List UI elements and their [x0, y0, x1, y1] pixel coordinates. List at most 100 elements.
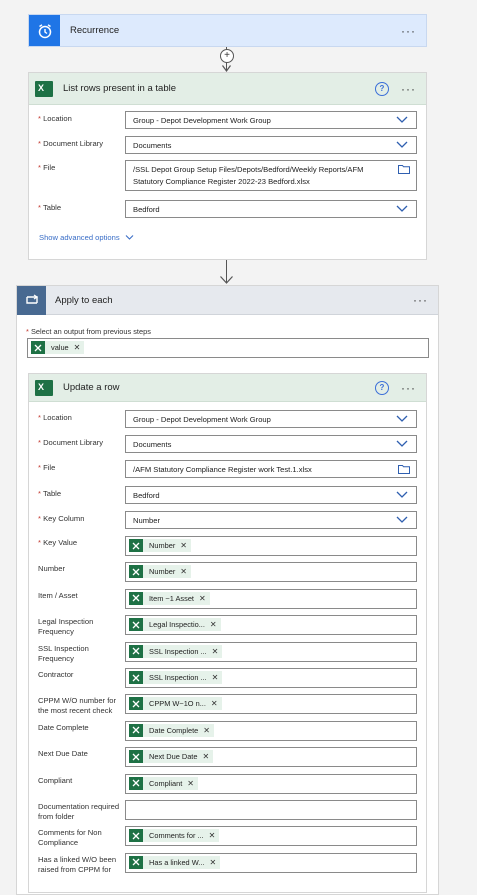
excel-icon: X: [35, 80, 53, 97]
table-value: Bedford: [133, 205, 160, 214]
apply-to-each-container: Apply to each ··· * Select an output fro…: [16, 285, 439, 895]
remove-token-icon[interactable]: ✕: [187, 779, 194, 788]
remove-token-icon[interactable]: ✕: [199, 594, 206, 603]
excel-icon: [129, 855, 143, 869]
number-label: Number: [38, 564, 66, 574]
next-due-date-label: Next Due Date: [38, 749, 88, 759]
comments-for-non-compliance-token[interactable]: Comments for ... ✕: [129, 829, 220, 843]
update-row-title: Update a row: [63, 382, 120, 393]
document-library-label: * Document Library: [38, 438, 104, 447]
remove-token-icon[interactable]: ✕: [212, 673, 219, 682]
excel-icon: [129, 671, 143, 684]
table-value: Bedford: [133, 491, 160, 500]
list-rows-card: X List rows present in a table ? ··· * L…: [28, 72, 427, 260]
more-options-icon[interactable]: ···: [413, 293, 428, 307]
token-label: CPPM W~1O n...: [149, 699, 206, 709]
token-label: Next Due Date: [149, 752, 198, 762]
item-asset-label: Item / Asset: [38, 590, 78, 600]
remove-token-icon[interactable]: ✕: [209, 831, 216, 840]
more-options-icon[interactable]: ···: [401, 82, 416, 96]
file-value: /SSL Depot Group Setup Files/Depots/Bedf…: [133, 165, 364, 186]
cppm-w-o-number-for-the-most-recent-check-label: CPPM W/O number for the most recent chec…: [38, 696, 117, 716]
date-complete-token[interactable]: Date Complete ✕: [129, 723, 214, 737]
token-label: Number: [149, 541, 176, 550]
recurrence-card[interactable]: Recurrence ···: [28, 14, 427, 47]
excel-icon: [129, 644, 143, 658]
location-dropdown[interactable]: Group - Depot Development Work Group: [125, 111, 417, 129]
help-icon[interactable]: ?: [375, 380, 389, 395]
excel-icon: [31, 341, 45, 354]
compliant-input[interactable]: Compliant ✕: [125, 773, 417, 794]
number-input[interactable]: Number ✕: [125, 562, 417, 583]
excel-icon: [129, 829, 143, 843]
token-label: SSL Inspection ...: [149, 673, 207, 682]
file-label: * File: [38, 163, 56, 172]
document-library-dropdown[interactable]: Documents: [125, 435, 417, 453]
remove-token-icon[interactable]: ✕: [212, 647, 219, 656]
more-options-icon[interactable]: ···: [401, 381, 416, 395]
has-a-linked-w-o-been-raised-from-cppm-for-input[interactable]: Has a linked W... ✕: [125, 852, 417, 873]
remove-token-icon[interactable]: ✕: [203, 726, 210, 735]
more-options-icon[interactable]: ···: [401, 24, 416, 38]
number-token[interactable]: Number ✕: [129, 565, 191, 579]
table-label: * Table: [38, 489, 62, 498]
add-step-button[interactable]: +: [220, 49, 234, 63]
key-value-input[interactable]: Number ✕: [125, 536, 417, 556]
item-asset-token[interactable]: Item ~1 Asset ✕: [129, 591, 210, 605]
select-output-input[interactable]: value ✕: [27, 338, 429, 358]
file-picker[interactable]: /SSL Depot Group Setup Files/Depots/Bedf…: [125, 160, 417, 191]
key-value-label: * Key Value: [38, 538, 78, 547]
documentation-required-from-folder-input[interactable]: [125, 800, 417, 820]
location-label: * Location: [38, 114, 72, 123]
update-row-header[interactable]: X Update a row ? ···: [29, 374, 426, 402]
token-label: Date Complete: [149, 725, 199, 735]
compliant-token[interactable]: Compliant ✕: [129, 776, 198, 790]
remove-token-icon[interactable]: ✕: [74, 343, 81, 352]
show-advanced-options-link[interactable]: Show advanced options: [39, 233, 134, 242]
has-a-linked-w-o-been-raised-from-cppm-for-token[interactable]: Has a linked W... ✕: [129, 855, 221, 869]
comments-for-non-compliance-label: Comments for Non Compliance: [38, 828, 102, 848]
excel-icon: [129, 697, 143, 711]
token-label: Item ~1 Asset: [149, 593, 194, 603]
location-dropdown[interactable]: Group - Depot Development Work Group: [125, 410, 417, 428]
next-due-date-input[interactable]: Next Due Date ✕: [125, 747, 417, 768]
list-rows-header[interactable]: X List rows present in a table ? ···: [29, 73, 426, 105]
table-dropdown[interactable]: Bedford: [125, 486, 417, 504]
ssl-inspection-frequency-input[interactable]: SSL Inspection ... ✕: [125, 641, 417, 662]
token-label: Number: [149, 567, 176, 577]
next-due-date-token[interactable]: Next Due Date ✕: [129, 750, 214, 764]
remove-token-icon[interactable]: ✕: [202, 752, 209, 761]
key-value-token[interactable]: Number ✕: [129, 539, 191, 552]
ssl-inspection-frequency-token[interactable]: SSL Inspection ... ✕: [129, 644, 223, 658]
chevron-down-icon: [396, 516, 408, 523]
key-column-label: * Key Column: [38, 514, 85, 523]
document-library-dropdown[interactable]: Documents: [125, 136, 417, 154]
cppm-w-o-number-for-the-most-recent-check-token[interactable]: CPPM W~1O n... ✕: [129, 697, 222, 711]
table-dropdown[interactable]: Bedford: [125, 200, 417, 218]
file-dropdown[interactable]: /AFM Statutory Compliance Register work …: [125, 460, 417, 478]
apply-to-each-header[interactable]: Apply to each ···: [17, 285, 438, 315]
comments-for-non-compliance-input[interactable]: Comments for ... ✕: [125, 826, 417, 847]
remove-token-icon[interactable]: ✕: [180, 567, 187, 576]
remove-token-icon[interactable]: ✕: [180, 541, 187, 550]
folder-icon[interactable]: [398, 464, 410, 474]
folder-icon[interactable]: [398, 164, 410, 174]
excel-icon: [129, 618, 143, 632]
cppm-w-o-number-for-the-most-recent-check-input[interactable]: CPPM W~1O n... ✕: [125, 694, 417, 715]
contractor-label: Contractor: [38, 670, 74, 679]
key-column-dropdown[interactable]: Number: [125, 511, 417, 529]
remove-token-icon[interactable]: ✕: [211, 699, 218, 708]
excel-icon: [129, 539, 143, 552]
help-icon[interactable]: ?: [375, 81, 389, 96]
contractor-input[interactable]: SSL Inspection ... ✕: [125, 668, 417, 688]
item-asset-input[interactable]: Item ~1 Asset ✕: [125, 588, 417, 609]
value-token[interactable]: value ✕: [31, 341, 85, 354]
recurrence-header[interactable]: Recurrence ···: [29, 15, 426, 46]
date-complete-input[interactable]: Date Complete ✕: [125, 720, 417, 741]
legal-inspection-frequency-input[interactable]: Legal Inspectio... ✕: [125, 615, 417, 636]
legal-inspection-frequency-label: Legal Inspection Frequency: [38, 617, 94, 637]
legal-inspection-frequency-token[interactable]: Legal Inspectio... ✕: [129, 618, 221, 632]
remove-token-icon[interactable]: ✕: [210, 620, 217, 629]
contractor-token[interactable]: SSL Inspection ... ✕: [129, 671, 223, 684]
remove-token-icon[interactable]: ✕: [209, 858, 216, 867]
